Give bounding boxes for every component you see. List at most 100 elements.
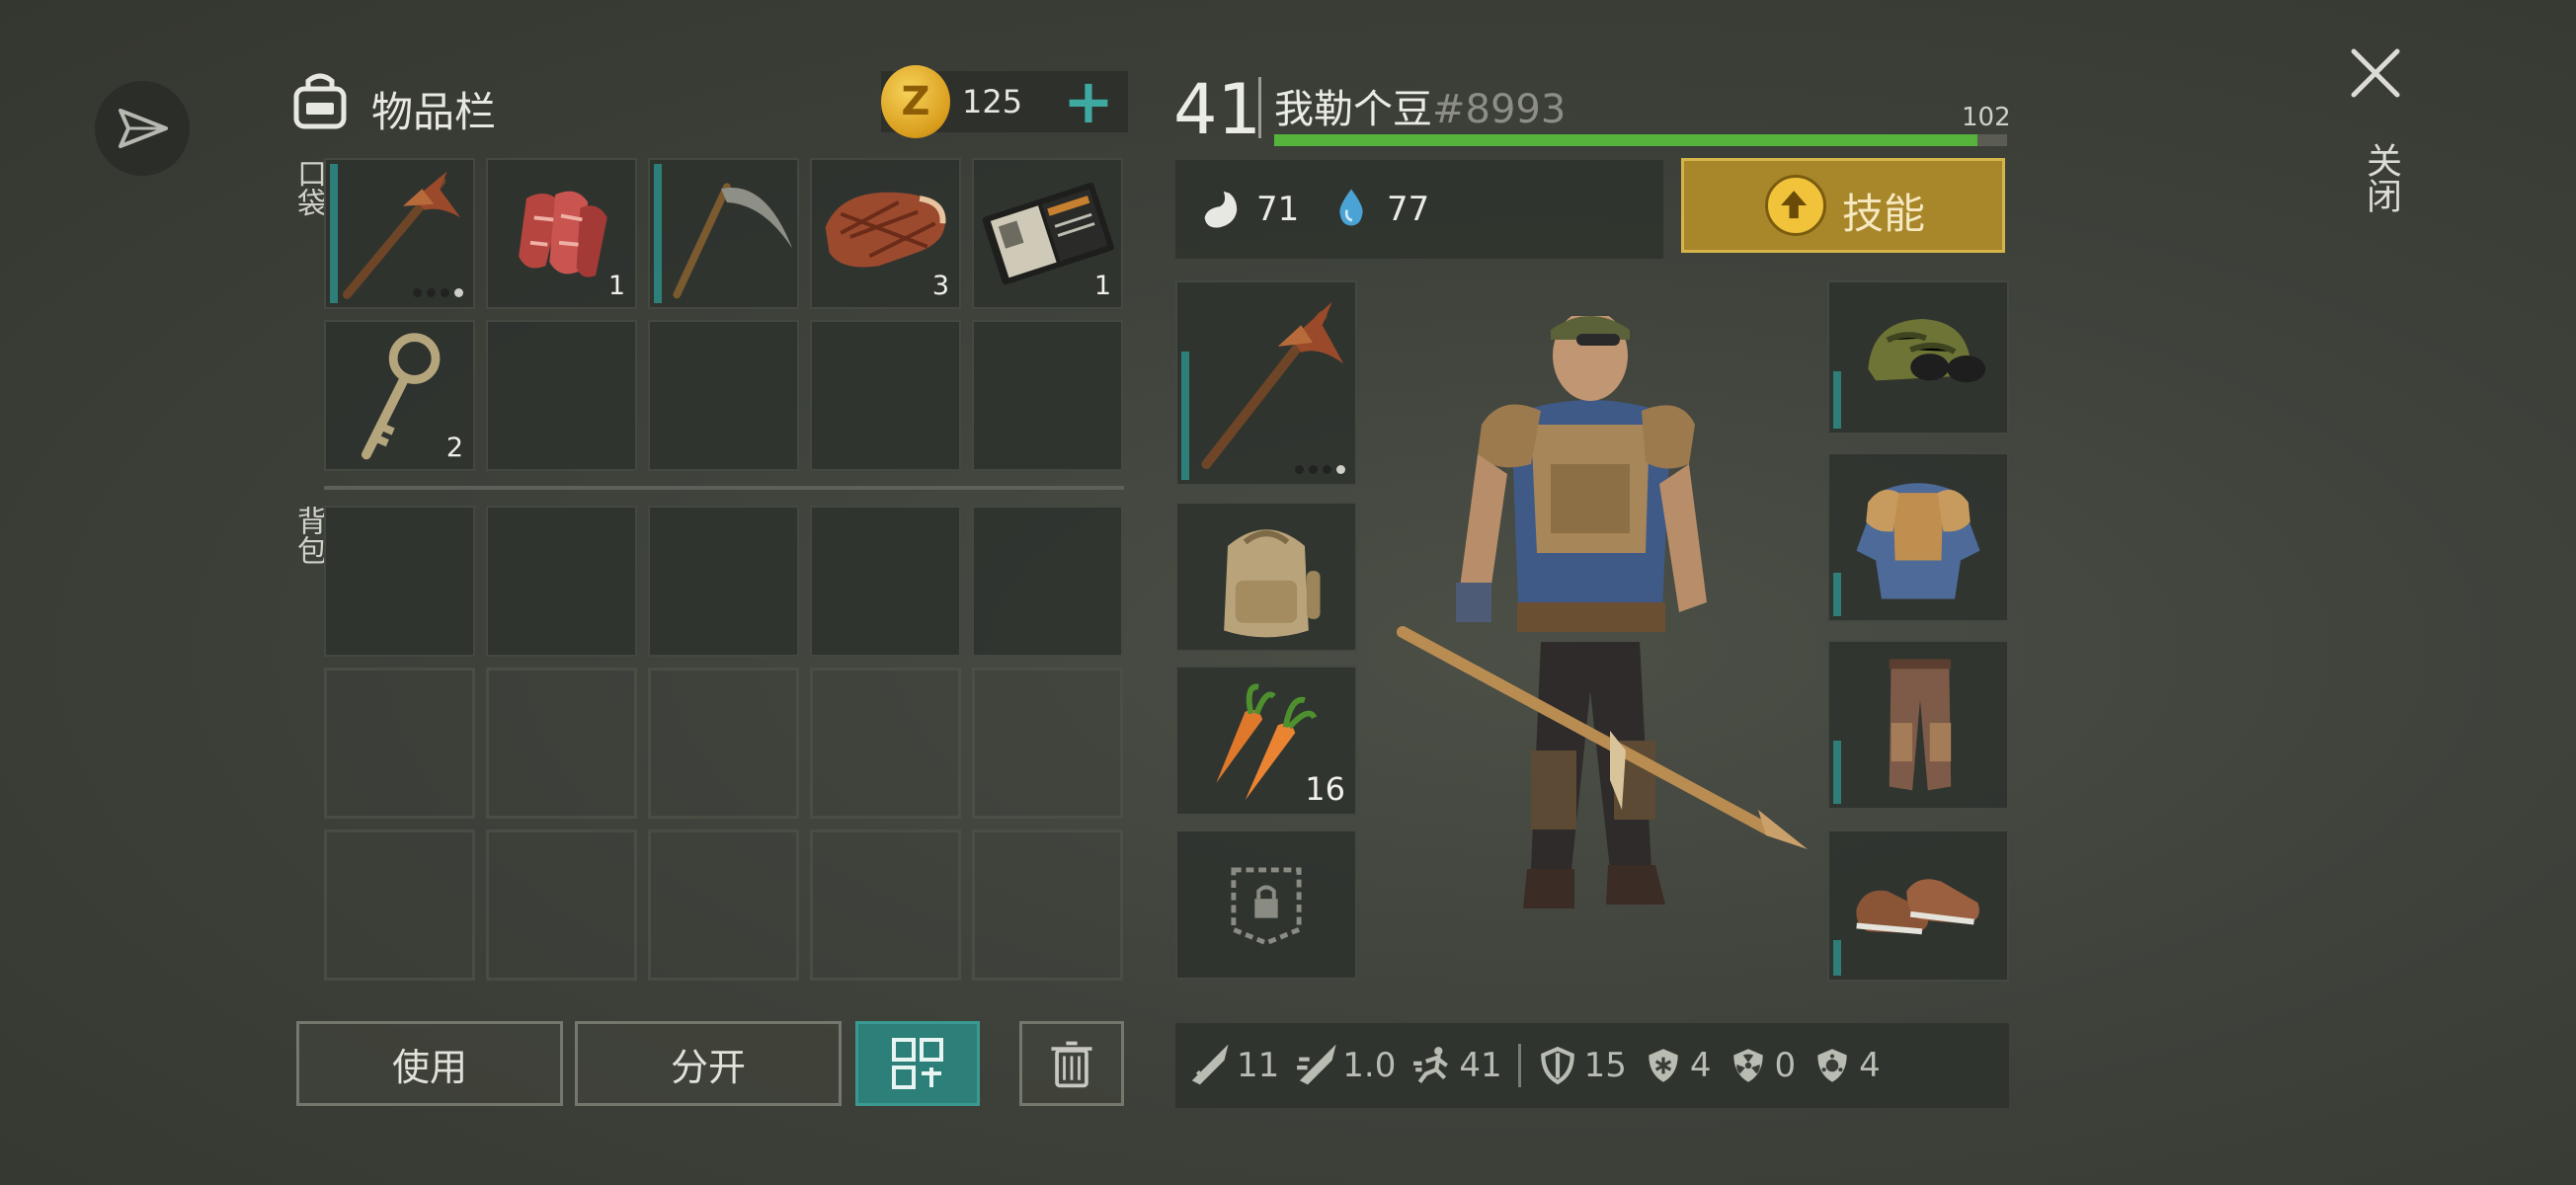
sort-grid-button[interactable] — [855, 1021, 980, 1106]
equip-slot-backpack[interactable] — [1175, 502, 1357, 652]
grid-icon — [892, 1038, 943, 1089]
snowflake-shield-icon — [1649, 1049, 1678, 1082]
equip-slot-quick[interactable]: 16 — [1175, 666, 1357, 816]
player-tag: #8993 — [1432, 87, 1567, 132]
stat-cold-value: 4 — [1689, 1046, 1712, 1085]
shoes-icon — [1856, 879, 1979, 935]
scythe-icon — [673, 183, 793, 299]
equip-slot-weapon[interactable] — [1175, 280, 1357, 486]
pocket-slot-id-wallet[interactable]: 1 — [972, 158, 1123, 309]
water-value: 77 — [1387, 190, 1430, 229]
sword-icon — [1191, 1045, 1229, 1085]
stats-separator — [1517, 1044, 1521, 1087]
backpack-slot-locked — [648, 830, 799, 981]
xp-label: 102 — [1962, 103, 2011, 132]
water-drop-icon — [1339, 189, 1363, 226]
section-divider — [324, 486, 1124, 490]
food-value: 71 — [1256, 190, 1300, 229]
stat-attack-value: 11 — [1237, 1046, 1280, 1085]
stat-cold: 4 — [1643, 1045, 1712, 1086]
item-count: 2 — [445, 433, 463, 463]
stat-movement-value: 41 — [1459, 1046, 1502, 1085]
stat-radiation-value: 0 — [1774, 1046, 1797, 1085]
backpack-slot-locked — [486, 668, 637, 819]
player-level: 41 — [1173, 69, 1262, 150]
close-label: 关闭 — [2361, 142, 2401, 213]
trash-button[interactable] — [1019, 1021, 1124, 1106]
header-separator — [1258, 77, 1261, 138]
equip-slot-legs[interactable] — [1827, 640, 2009, 810]
xp-bar-fill — [1274, 134, 1978, 146]
backpack-slot-locked — [810, 830, 961, 981]
stat-defense-value: 15 — [1583, 1046, 1627, 1085]
use-button[interactable]: 使用 — [296, 1021, 563, 1106]
equip-slot-feet[interactable] — [1827, 830, 2009, 982]
infection-shield-icon — [1817, 1049, 1847, 1082]
pocket-slot-scythe[interactable] — [648, 158, 799, 309]
skills-button[interactable]: 技能 — [1681, 158, 2005, 253]
pocket-slot-empty[interactable] — [648, 320, 799, 471]
item-count: 1 — [607, 271, 625, 301]
coin-count: 125 — [962, 83, 1023, 120]
arrow-up-icon — [1765, 175, 1826, 236]
backpack-slot-empty[interactable] — [810, 506, 961, 657]
pickaxe-icon — [343, 171, 461, 299]
pocket-slot-steak[interactable]: 3 — [810, 158, 961, 309]
pickaxe-icon — [1201, 301, 1344, 470]
stat-defense: 15 — [1537, 1045, 1627, 1086]
backpack-slot-locked — [486, 830, 637, 981]
armor-shirt-icon — [1856, 483, 1980, 599]
stat-attack-speed: 1.0 — [1295, 1045, 1396, 1086]
split-button[interactable]: 分开 — [575, 1021, 842, 1106]
equip-slot-torso[interactable] — [1827, 452, 2009, 622]
character-model — [1397, 316, 1808, 908]
backpack-slot-empty[interactable] — [486, 506, 637, 657]
skills-label: 技能 — [1842, 190, 1926, 238]
stat-radiation: 0 — [1728, 1045, 1797, 1086]
close-icon — [2351, 48, 2400, 98]
add-coins-button[interactable]: + — [1057, 65, 1120, 137]
stats-bar: 11 1.0 41 15 4 0 4 — [1175, 1023, 2009, 1108]
durability-dots — [1295, 465, 1345, 474]
locked-pocket-icon — [1231, 867, 1302, 946]
item-count: 16 — [1305, 770, 1345, 808]
equip-slot-head[interactable] — [1827, 280, 2009, 434]
pocket-slot-empty[interactable] — [486, 320, 637, 471]
shield-icon — [1540, 1046, 1574, 1085]
send-menu-button[interactable] — [95, 81, 190, 176]
backpack-slot-locked — [972, 830, 1123, 981]
pocket-slot-empty[interactable] — [972, 320, 1123, 471]
cap-goggles-icon — [1868, 319, 1986, 383]
close-button[interactable]: 关闭 — [2341, 43, 2410, 241]
backpack-slot-empty[interactable] — [972, 506, 1123, 657]
item-count: 3 — [931, 271, 949, 301]
backpack-item-icon — [1224, 529, 1321, 638]
item-count: 1 — [1093, 271, 1111, 301]
stat-attack-speed-value: 1.0 — [1342, 1046, 1397, 1085]
backpack-slot-empty[interactable] — [324, 506, 475, 657]
backpack-slot-locked — [810, 668, 961, 819]
attack-speed-icon — [1297, 1045, 1336, 1085]
stat-attack: 11 — [1189, 1045, 1279, 1086]
stomach-icon — [1204, 191, 1238, 228]
send-icon — [119, 109, 168, 148]
radiation-shield-icon — [1732, 1049, 1763, 1082]
equip-slot-locked — [1175, 830, 1357, 980]
stat-infection: 4 — [1811, 1045, 1881, 1086]
stat-movement: 41 — [1411, 1045, 1502, 1086]
pocket-slot-raw-meat[interactable]: 1 — [486, 158, 637, 309]
running-icon — [1413, 1047, 1449, 1084]
backpack-icon — [293, 73, 347, 129]
player-name: 我勒个豆 — [1274, 87, 1432, 132]
pocket-slot-pickaxe[interactable] — [324, 158, 475, 309]
pants-icon — [1889, 659, 1952, 791]
pocket-slot-key[interactable]: 2 — [324, 320, 475, 471]
pocket-slot-empty[interactable] — [810, 320, 961, 471]
player-name-line: 我勒个豆#8993 — [1274, 77, 1566, 134]
backpack-slot-locked — [648, 668, 799, 819]
stat-infection-value: 4 — [1859, 1046, 1881, 1085]
xp-bar — [1274, 134, 2007, 146]
inventory-title: 物品栏 — [371, 88, 497, 136]
coin-icon: Z — [881, 65, 950, 138]
backpack-slot-empty[interactable] — [648, 506, 799, 657]
